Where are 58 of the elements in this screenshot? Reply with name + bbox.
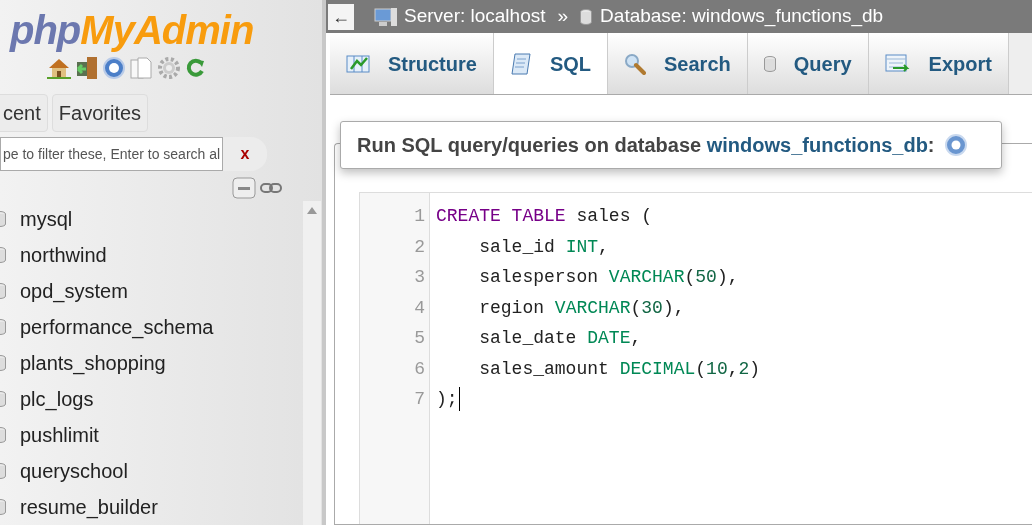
code-line: sales_amount DECIMAL(10,2) bbox=[478, 357, 761, 381]
link-icon[interactable] bbox=[260, 182, 282, 194]
database-link[interactable]: windows_functions_db bbox=[706, 134, 928, 156]
help-icon[interactable] bbox=[103, 57, 125, 80]
home-icon[interactable] bbox=[47, 57, 71, 80]
settings-icon[interactable] bbox=[157, 56, 181, 81]
database-link[interactable]: plants_shopping bbox=[20, 348, 166, 378]
export-icon bbox=[884, 53, 911, 74]
line-number: 5 bbox=[413, 327, 425, 350]
sidebar-tab[interactable]: Favorites bbox=[51, 94, 149, 132]
code-line: salesperson VARCHAR(50), bbox=[478, 266, 739, 289]
database-link[interactable]: opd_system bbox=[20, 276, 128, 306]
line-number: 6 bbox=[413, 357, 425, 381]
heading-text: Run SQL query/queries on database windows_functions_db: bbox=[357, 133, 935, 158]
collapse-all-icon[interactable] bbox=[232, 177, 256, 199]
search-icon bbox=[624, 52, 647, 75]
tab[interactable]: Query bbox=[747, 33, 869, 94]
tab[interactable]: SQL bbox=[493, 33, 609, 94]
server-icon bbox=[374, 6, 398, 27]
clear-filter-button[interactable]: x bbox=[223, 137, 267, 171]
line-number: 7 bbox=[413, 388, 425, 411]
code-editor[interactable]: 1 2 3 4 5 6 7 CREATE TABLE sales ( sale_id INT, salesperson VARCHAR(50), region VARCHAR(30), sale_date DATE, sales_amount DECIMAL(10,2) ); bbox=[359, 192, 1032, 524]
database-link[interactable]: queryschool bbox=[20, 456, 128, 486]
filter-field[interactable]: pe to filter these, Enter to search al bbox=[0, 137, 223, 171]
database-link[interactable]: plc_logs bbox=[20, 384, 94, 414]
line-number: 1 bbox=[413, 205, 425, 228]
table-structure-icon bbox=[346, 53, 370, 74]
database-link[interactable]: resume_builder bbox=[20, 492, 158, 522]
reload-icon[interactable] bbox=[185, 57, 205, 80]
code-line: sale_date DATE, bbox=[478, 327, 642, 350]
line-number: 4 bbox=[413, 296, 425, 320]
tab[interactable]: Search bbox=[608, 33, 748, 94]
code-line: sale_id INT, bbox=[478, 235, 609, 259]
logo: phpMyAdmin bbox=[8, 7, 255, 53]
breadcrumb-separator: » bbox=[557, 4, 569, 29]
exit-door-icon[interactable] bbox=[75, 56, 99, 81]
database-link[interactable]: pushlimit bbox=[20, 420, 99, 450]
database-link[interactable]: northwind bbox=[20, 240, 107, 270]
database-link[interactable]: performance_schema bbox=[20, 312, 214, 342]
code-line: ); bbox=[436, 388, 458, 411]
server-link[interactable]: Server: localhost bbox=[404, 2, 546, 31]
back-button[interactable]: ← bbox=[328, 3, 354, 30]
line-number: 3 bbox=[413, 266, 425, 289]
sidebar-tab[interactable]: cent bbox=[0, 94, 48, 132]
documents-icon[interactable] bbox=[129, 56, 153, 81]
tab[interactable]: Export bbox=[868, 33, 1009, 94]
code-line: region VARCHAR(30), bbox=[478, 296, 685, 320]
scrollbar[interactable] bbox=[303, 201, 321, 525]
database-breadcrumb-link[interactable]: Database: windows_functions_db bbox=[600, 2, 884, 31]
code-line: CREATE TABLE sales ( bbox=[436, 205, 653, 228]
line-number: 2 bbox=[413, 235, 425, 259]
database-link[interactable]: mysql bbox=[20, 204, 73, 234]
help-icon[interactable] bbox=[944, 134, 967, 156]
database-icon bbox=[580, 8, 593, 25]
tab[interactable]: Structure bbox=[330, 33, 494, 94]
scroll-up-icon[interactable] bbox=[307, 207, 317, 214]
scroll-icon bbox=[509, 51, 532, 76]
database-icon bbox=[763, 55, 776, 72]
